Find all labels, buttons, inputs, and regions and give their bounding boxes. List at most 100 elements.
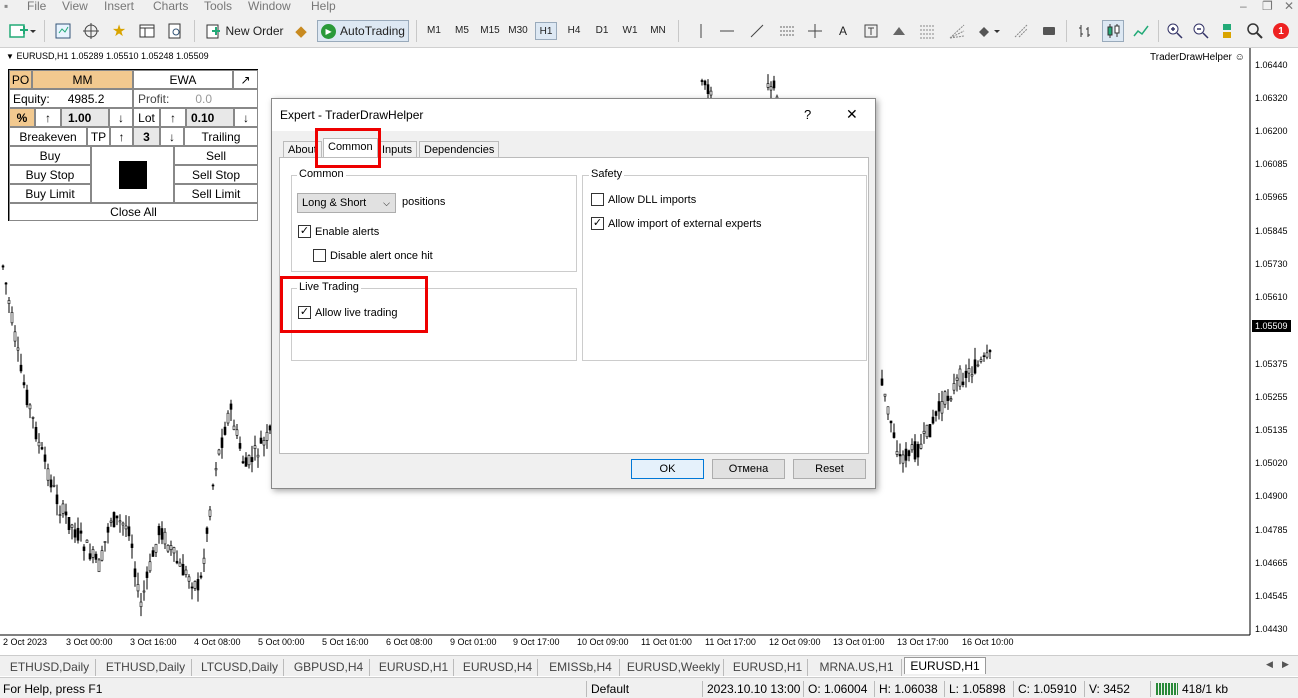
trendline-button[interactable]	[746, 20, 768, 42]
chart-tab[interactable]: GBPUSD,H4	[288, 659, 370, 676]
menu-help[interactable]: Help	[311, 0, 336, 13]
allow-dll-checkbox[interactable]: Allow DLL imports	[591, 193, 696, 206]
mm-down-button[interactable]: ↓	[109, 108, 133, 127]
restore-icon[interactable]: ❐	[1262, 0, 1273, 13]
chart-tab[interactable]: EURUSD,H1	[374, 659, 454, 676]
trailing-button[interactable]: Trailing	[184, 127, 258, 146]
arrow-up-button[interactable]	[888, 20, 910, 42]
zoom-in-button[interactable]	[1164, 20, 1186, 42]
lot-down-button[interactable]: ↓	[234, 108, 258, 127]
allow-import-checkbox[interactable]: ✓ Allow import of external experts	[591, 217, 761, 230]
buy-stop-button[interactable]: Buy Stop	[9, 165, 91, 184]
help-icon[interactable]: ?	[804, 107, 811, 122]
buy-limit-button[interactable]: Buy Limit	[9, 184, 91, 203]
close-window-icon[interactable]: ✕	[1284, 0, 1294, 13]
ok-button[interactable]: OK	[631, 459, 704, 479]
new-order-button[interactable]: New Order	[202, 20, 286, 42]
tile-windows-button[interactable]	[1216, 20, 1238, 42]
chart-tab[interactable]: LTCUSD,Daily	[196, 659, 284, 676]
tf-m15[interactable]: M15	[479, 22, 501, 40]
tester-button[interactable]	[164, 20, 186, 42]
chart-tab[interactable]: EMISSb,H4	[542, 659, 620, 676]
crosshair-button[interactable]	[80, 20, 102, 42]
market-watch-button[interactable]: ◆	[290, 20, 312, 42]
chart-tab[interactable]: MRNA.US,H1	[812, 659, 902, 676]
tp-value-field[interactable]: 3	[133, 127, 160, 146]
positions-select[interactable]: Long & Short ⌵	[297, 193, 396, 213]
tf-m1[interactable]: M1	[423, 22, 445, 40]
crosshair-tool-button[interactable]	[804, 20, 826, 42]
menu-tools[interactable]: Tools	[204, 0, 232, 13]
candlestick-button[interactable]	[1102, 20, 1124, 42]
fibo-fan-button[interactable]	[946, 20, 968, 42]
profiles-button[interactable]	[52, 20, 74, 42]
text-label-button[interactable]	[860, 20, 882, 42]
tf-h1[interactable]: H1	[535, 22, 557, 40]
buy-button[interactable]: Buy	[9, 146, 91, 165]
new-chart-button[interactable]	[6, 20, 38, 42]
menu-window[interactable]: Window	[248, 0, 291, 13]
candle-body	[919, 443, 923, 449]
sell-stop-button[interactable]: Sell Stop	[174, 165, 258, 184]
chart-shift-button[interactable]	[1038, 20, 1060, 42]
reset-button[interactable]: Reset	[793, 459, 866, 479]
tp-down-button[interactable]: ↓	[160, 127, 184, 146]
disable-alert-checkbox[interactable]: Disable alert once hit	[313, 249, 433, 262]
mm-value-field[interactable]: 1.00	[61, 108, 109, 127]
scroll-right-icon[interactable]: ▶	[1282, 659, 1289, 670]
mm-button[interactable]: MM	[32, 70, 133, 89]
candle-body	[766, 83, 770, 88]
tf-w1[interactable]: W1	[619, 22, 641, 40]
po-button[interactable]: PO	[9, 70, 32, 89]
bar-chart-button[interactable]	[1074, 20, 1096, 42]
chart-tab-active[interactable]: EURUSD,H1	[904, 657, 986, 674]
mm-up-button[interactable]: ↑	[35, 108, 61, 127]
cancel-button[interactable]: Отмена	[712, 459, 785, 479]
chart-tab[interactable]: EURUSD,H4	[458, 659, 538, 676]
percent-button[interactable]: %	[9, 108, 35, 127]
ewa-button[interactable]: EWA	[133, 70, 233, 89]
close-all-button[interactable]: Close All	[9, 203, 258, 221]
sell-limit-button[interactable]: Sell Limit	[174, 184, 258, 203]
lot-up-button[interactable]: ↑	[160, 108, 186, 127]
autotrading-button[interactable]: ▶ AutoTrading	[317, 20, 409, 42]
horizontal-line-button[interactable]	[716, 20, 738, 42]
chart-tab[interactable]: ETHUSD,Daily	[4, 659, 96, 676]
zoom-out-button[interactable]	[1190, 20, 1212, 42]
period-separators-button[interactable]	[1010, 20, 1032, 42]
tf-h4[interactable]: H4	[563, 22, 585, 40]
dialog-title: Expert - TraderDrawHelper	[280, 108, 424, 122]
app-icon[interactable]: ▪	[4, 0, 8, 13]
tf-m5[interactable]: M5	[451, 22, 473, 40]
profiles-icon	[55, 23, 71, 39]
enable-alerts-checkbox[interactable]: ✓ Enable alerts	[298, 225, 379, 238]
scroll-left-icon[interactable]: ◀	[1266, 659, 1273, 670]
tf-d1[interactable]: D1	[591, 22, 613, 40]
tp-up-button[interactable]: ↑	[110, 127, 133, 146]
close-icon[interactable]: ✕	[846, 106, 858, 123]
sell-button[interactable]: Sell	[174, 146, 258, 165]
breakeven-button[interactable]: Breakeven	[9, 127, 87, 146]
chart-tab[interactable]: EURUSD,Weekly	[624, 659, 724, 676]
vertical-line-button[interactable]	[690, 20, 712, 42]
fibo-button[interactable]	[916, 20, 938, 42]
minimize-icon[interactable]: –	[1240, 0, 1247, 13]
menu-view[interactable]: View	[62, 0, 88, 13]
tf-m30[interactable]: M30	[507, 22, 529, 40]
expand-button[interactable]: ↗	[233, 70, 258, 89]
search-button[interactable]	[1244, 20, 1266, 42]
menu-charts[interactable]: Charts	[153, 0, 188, 13]
menu-file[interactable]: File	[27, 0, 46, 13]
text-tool-button[interactable]: A	[832, 20, 854, 42]
notifications-button[interactable]: 1	[1268, 20, 1294, 42]
shapes-button[interactable]	[976, 20, 1004, 42]
chart-tab[interactable]: ETHUSD,Daily	[100, 659, 192, 676]
lot-value-field[interactable]: 0.10	[186, 108, 234, 127]
tf-mn[interactable]: MN	[647, 22, 669, 40]
navigator-button[interactable]	[136, 20, 158, 42]
chart-tab[interactable]: EURUSD,H1	[728, 659, 808, 676]
favorites-button[interactable]: ★	[108, 20, 130, 42]
line-chart-button[interactable]	[1130, 20, 1152, 42]
channel-button[interactable]	[776, 20, 798, 42]
menu-insert[interactable]: Insert	[104, 0, 134, 13]
